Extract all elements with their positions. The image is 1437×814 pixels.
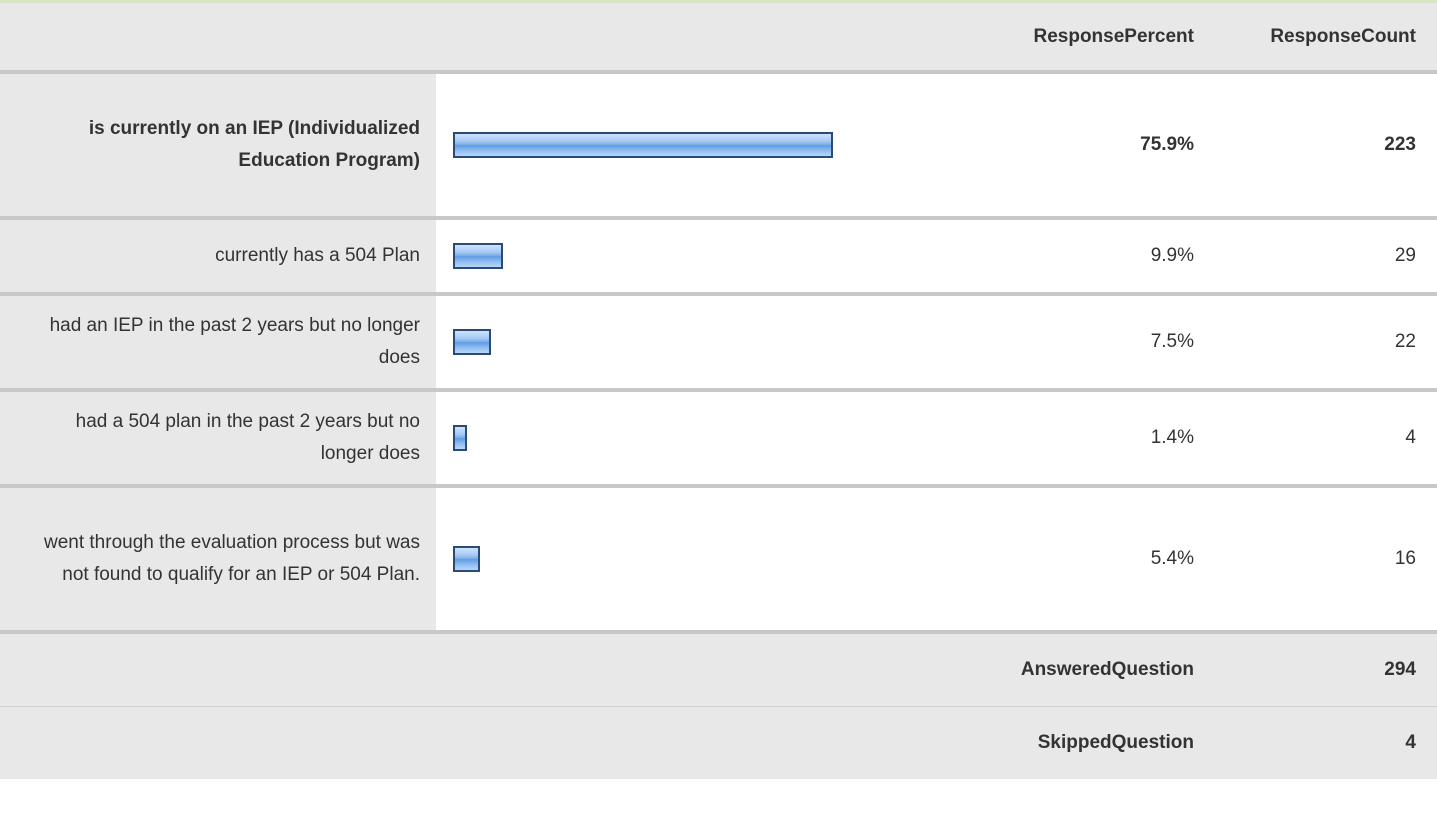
- bar-cell: [436, 294, 974, 392]
- response-count: 29: [1204, 218, 1437, 296]
- response-count-header: ResponseCount: [1204, 3, 1437, 74]
- skipped-question-row: SkippedQuestion 4: [0, 706, 1437, 779]
- table-row: had an IEP in the past 2 years but no lo…: [0, 294, 1437, 392]
- table-row: currently has a 504 Plan 9.9% 29: [0, 218, 1437, 296]
- table-row: is currently on an IEP (Individualized E…: [0, 72, 1437, 220]
- response-percent: 9.9%: [974, 218, 1204, 296]
- response-bar: [453, 329, 491, 355]
- header-blank-label: [0, 3, 436, 74]
- footer-blank: [0, 706, 436, 779]
- response-count: 22: [1204, 294, 1437, 392]
- response-percent: 1.4%: [974, 390, 1204, 488]
- bar-cell: [436, 218, 974, 296]
- skipped-question-value: 4: [1204, 706, 1437, 779]
- footer-blank: [436, 706, 974, 779]
- table-row: went through the evaluation process but …: [0, 486, 1437, 634]
- bar-cell: [436, 486, 974, 634]
- answered-question-label: AnsweredQuestion: [974, 632, 1204, 707]
- bar-cell: [436, 72, 974, 220]
- header-row: ResponsePercent ResponseCount: [0, 3, 1437, 74]
- response-percent: 5.4%: [974, 486, 1204, 634]
- response-percent: 7.5%: [974, 294, 1204, 392]
- skipped-question-label: SkippedQuestion: [974, 706, 1204, 779]
- header-blank-bar: [436, 3, 974, 74]
- answer-label: had a 504 plan in the past 2 years but n…: [0, 390, 436, 488]
- answered-question-row: AnsweredQuestion 294: [0, 632, 1437, 707]
- answer-label: currently has a 504 Plan: [0, 218, 436, 296]
- response-bar: [453, 425, 467, 451]
- bar-cell: [436, 390, 974, 488]
- response-percent-header: ResponsePercent: [974, 3, 1204, 74]
- response-count: 16: [1204, 486, 1437, 634]
- response-bar: [453, 243, 503, 269]
- table-row: had a 504 plan in the past 2 years but n…: [0, 390, 1437, 488]
- response-percent: 75.9%: [974, 72, 1204, 220]
- response-bar: [453, 132, 833, 158]
- footer-blank: [436, 632, 974, 707]
- response-count: 223: [1204, 72, 1437, 220]
- answer-label: had an IEP in the past 2 years but no lo…: [0, 294, 436, 392]
- response-bar: [453, 546, 480, 572]
- response-count: 4: [1204, 390, 1437, 488]
- footer-blank: [0, 632, 436, 707]
- answered-question-value: 294: [1204, 632, 1437, 707]
- answer-label: is currently on an IEP (Individualized E…: [0, 72, 436, 220]
- answer-label: went through the evaluation process but …: [0, 486, 436, 634]
- survey-results-table: ResponsePercent ResponseCount is current…: [0, 3, 1437, 779]
